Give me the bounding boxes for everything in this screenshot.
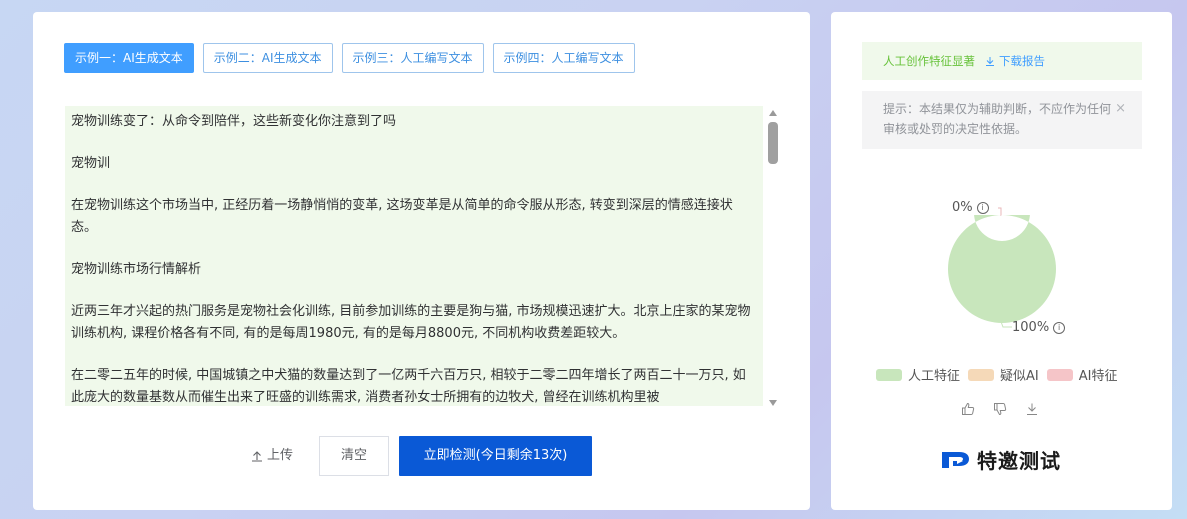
- top-percent-label: 0% i: [952, 200, 989, 215]
- paragraph: 近两三年才兴起的热门服务是宠物社会化训练, 目前参加训练的主要是狗与猫, 市场规…: [71, 304, 751, 341]
- thumbs-down-icon[interactable]: [993, 402, 1007, 416]
- legend-swatch: [968, 368, 995, 381]
- text-scrollbar[interactable]: [766, 106, 780, 406]
- bottom-percent-value: 100%: [1012, 320, 1050, 335]
- connector-line-bottom: [999, 318, 1012, 328]
- legend-label: AI特征: [1078, 369, 1118, 384]
- legend-swatch: [876, 368, 902, 381]
- upload-button[interactable]: 上传: [251, 436, 303, 476]
- brand-logo-icon: [942, 451, 969, 468]
- result-panel: 人工创作特征显著 下载报告 提示：本结果仅为辅助判断，不应作为任何审核或处罚的决…: [831, 12, 1172, 510]
- info-icon[interactable]: i: [976, 201, 989, 214]
- download-report-link[interactable]: 下载报告: [985, 42, 1045, 80]
- upload-icon: [252, 451, 262, 462]
- result-status-box: 人工创作特征显著 下载报告: [862, 42, 1142, 80]
- hint-alert: 提示：本结果仅为辅助判断，不应作为任何审核或处罚的决定性依据。 ×: [862, 91, 1142, 149]
- paragraph: 宠物训: [71, 156, 111, 171]
- detect-button[interactable]: 立即检测(今日剩余13次): [399, 436, 592, 476]
- legend-item-human[interactable]: 人工特征: [876, 365, 960, 384]
- feedback-actions: [961, 402, 1039, 416]
- legend-item-suspected-ai[interactable]: 疑似AI: [968, 365, 1039, 384]
- chart-legend: 人工特征 疑似AI AI特征: [876, 365, 1117, 384]
- text-input-area[interactable]: 宠物训练变了：从命令到陪伴，这些新变化你注意到了吗 宠物训 在宠物训练这个市场当…: [65, 106, 763, 406]
- clear-button[interactable]: 清空: [319, 436, 389, 476]
- brand-logo: 特邀测试: [939, 445, 1061, 474]
- thumbs-up-icon[interactable]: [961, 402, 975, 416]
- legend-item-ai[interactable]: AI特征: [1046, 365, 1118, 384]
- input-panel: 示例一：AI生成文本 示例二：AI生成文本 示例三：人工编写文本 示例四：人工编…: [33, 12, 810, 510]
- scroll-down-arrow-icon[interactable]: [769, 400, 777, 406]
- paragraph: 在二零二五年的时候, 中国城镇之中犬猫的数量达到了一亿两千六百万只, 相较于二零…: [71, 368, 746, 405]
- tab-example-3[interactable]: 示例三：人工编写文本: [341, 43, 484, 73]
- download-report-label: 下载报告: [999, 54, 1045, 68]
- paragraph: 在宠物训练这个市场当中, 正经历着一场静悄悄的变革, 这场变革是从简单的命令服从…: [71, 198, 733, 235]
- tab-example-1[interactable]: 示例一：AI生成文本: [64, 43, 194, 73]
- result-donut-chart: [947, 185, 1056, 323]
- scroll-thumb[interactable]: [768, 122, 778, 164]
- example-tabs: 示例一：AI生成文本 示例二：AI生成文本 示例三：人工编写文本 示例四：人工编…: [64, 43, 635, 73]
- brand-name: 特邀测试: [977, 449, 1061, 473]
- hint-text: 提示：本结果仅为辅助判断，不应作为任何审核或处罚的决定性依据。: [883, 102, 1112, 136]
- upload-label: 上传: [267, 448, 294, 463]
- top-percent-value: 0%: [952, 200, 973, 215]
- legend-swatch: [1046, 368, 1073, 381]
- tab-example-4[interactable]: 示例四：人工编写文本: [492, 43, 635, 73]
- legend-label: 人工特征: [908, 369, 961, 384]
- tab-example-2[interactable]: 示例二：AI生成文本: [202, 43, 333, 73]
- donut-svg: [947, 185, 1056, 323]
- info-icon[interactable]: i: [1053, 321, 1066, 334]
- paragraph: 宠物训练变了：从命令到陪伴，这些新变化你注意到了吗: [71, 114, 397, 129]
- close-icon[interactable]: ×: [1115, 99, 1126, 119]
- download-icon: [986, 57, 994, 66]
- bottom-percent-label: 100% i: [1012, 320, 1066, 335]
- scroll-up-arrow-icon[interactable]: [769, 110, 777, 116]
- result-status-text: 人工创作特征显著: [883, 54, 975, 68]
- paragraph: 宠物训练市场行情解析: [71, 262, 202, 277]
- legend-label: 疑似AI: [1000, 369, 1039, 384]
- download-icon[interactable]: [1025, 402, 1039, 416]
